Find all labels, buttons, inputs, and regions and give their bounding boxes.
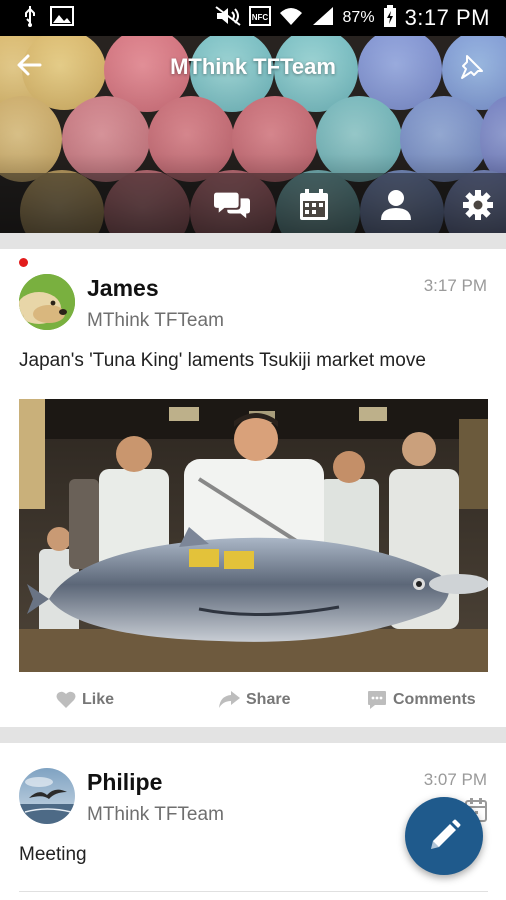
- post-author[interactable]: Philipe: [87, 769, 162, 796]
- post-text: Meeting: [19, 844, 87, 865]
- post-time: 3:17 PM: [423, 276, 487, 295]
- divider: [19, 891, 488, 892]
- share-button[interactable]: Share: [218, 691, 290, 709]
- comments-button[interactable]: Comments: [367, 690, 476, 710]
- post-image[interactable]: [19, 399, 488, 672]
- status-time: 3:17 PM: [404, 5, 490, 30]
- person-icon[interactable]: [378, 187, 414, 223]
- wifi-icon: [279, 6, 303, 31]
- unread-indicator: [19, 258, 28, 267]
- image-icon: [50, 5, 74, 31]
- svg-text:NFC: NFC: [251, 13, 268, 22]
- compose-button[interactable]: [405, 797, 483, 875]
- battery-icon: [383, 4, 397, 32]
- post-author[interactable]: James: [87, 275, 159, 302]
- comments-label: Comments: [393, 691, 476, 708]
- team-tabs: [214, 187, 496, 223]
- like-label: Like: [82, 691, 115, 708]
- page-title: MThink TFTeam: [170, 54, 336, 79]
- battery-percent: 87%: [342, 9, 375, 26]
- comment-icon: [368, 691, 386, 709]
- post-team: MThink TFTeam: [87, 310, 224, 331]
- calendar-icon[interactable]: [296, 187, 332, 223]
- signal-icon: [311, 6, 335, 31]
- pin-icon[interactable]: [458, 54, 484, 80]
- post-time: 3:07 PM: [423, 770, 487, 789]
- share-label: Share: [246, 691, 291, 708]
- gear-icon[interactable]: [460, 187, 496, 223]
- post-text: Japan's 'Tuna King' laments Tsukiji mark…: [19, 350, 426, 371]
- post-actions: Like Share Comments: [0, 680, 506, 720]
- usb-icon: [22, 5, 38, 32]
- pencil-icon: [431, 819, 461, 849]
- mute-icon: [214, 5, 241, 31]
- like-button[interactable]: Like: [56, 691, 114, 709]
- post-team: MThink TFTeam: [87, 804, 224, 825]
- avatar[interactable]: [19, 274, 75, 330]
- post-card[interactable]: James MThink TFTeam 3:17 PM Japan's 'Tun…: [0, 249, 506, 727]
- nfc-icon: NFC: [248, 5, 271, 31]
- separator: [0, 727, 506, 743]
- share-icon: [219, 691, 240, 708]
- status-bar: NFC 87% 3:17 PM: [0, 0, 506, 36]
- separator: [0, 233, 506, 249]
- avatar[interactable]: [19, 768, 75, 824]
- heart-icon: [56, 691, 76, 708]
- team-header: MThink TFTeam: [0, 36, 506, 233]
- chat-icon[interactable]: [214, 187, 250, 223]
